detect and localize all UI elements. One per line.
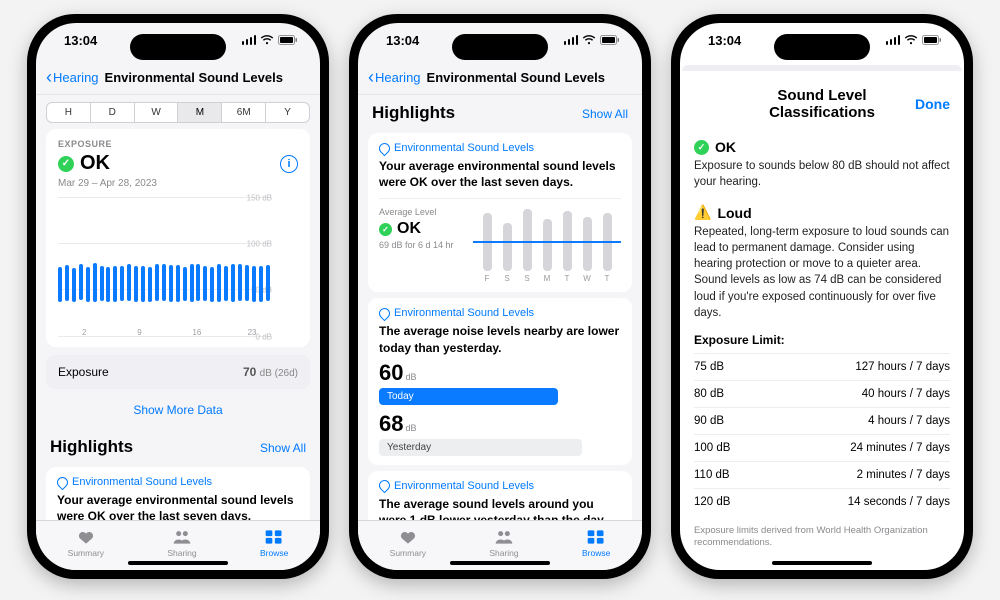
avg-bars-chart: FSSMTWT: [473, 207, 621, 283]
show-all-button[interactable]: Show All: [260, 441, 306, 455]
sheet-header: Sound Level Classifications Done: [680, 71, 964, 131]
back-button[interactable]: ‹Hearing: [46, 68, 99, 86]
tab-sharing[interactable]: Sharing: [489, 528, 518, 558]
wifi-icon: [904, 35, 918, 45]
ok-heading: OK: [715, 139, 736, 155]
table-row: 100 dB24 minutes / 7 days: [694, 434, 950, 461]
nav-title: Environmental Sound Levels: [99, 70, 310, 85]
battery-icon: [278, 35, 298, 45]
ear-icon: [377, 478, 393, 494]
nav-bar: ‹Hearing Environmental Sound Levels: [358, 65, 642, 95]
tab-summary[interactable]: Summary: [390, 528, 426, 558]
status-time: 13:04: [702, 31, 741, 48]
exposure-card: EXPOSURE ✓ OK i Mar 29 – Apr 28, 2023 15…: [46, 129, 310, 347]
seg-6m[interactable]: 6M: [222, 103, 266, 122]
nav-bar: ‹Hearing Environmental Sound Levels: [36, 65, 320, 95]
seg-d[interactable]: D: [91, 103, 135, 122]
dynamic-island: [774, 34, 870, 60]
seg-m[interactable]: M: [178, 103, 222, 122]
highlight-card-1[interactable]: Environmental Sound Levels Your average …: [46, 467, 310, 520]
exposure-date-range: Mar 29 – Apr 28, 2023: [58, 178, 298, 189]
ok-check-icon: ✓: [58, 156, 74, 172]
warning-icon: ⚠️: [694, 204, 711, 221]
cell-signal-icon: [564, 35, 579, 45]
table-row: 75 dB127 hours / 7 days: [694, 353, 950, 380]
done-button[interactable]: Done: [910, 96, 950, 112]
tab-browse[interactable]: Browse: [582, 528, 610, 558]
cell-signal-icon: [886, 35, 901, 45]
nav-title: Environmental Sound Levels: [421, 70, 632, 85]
home-indicator[interactable]: [772, 561, 872, 565]
yesterday-bar: Yesterday: [379, 439, 582, 456]
exposure-chart[interactable]: 150 dB 100 dB 50 dB 0 dB 2 9 16 23: [58, 197, 298, 337]
yesterday-value: 68: [379, 411, 403, 437]
table-row: 120 dB14 seconds / 7 days: [694, 488, 950, 515]
table-row: 80 dB40 hours / 7 days: [694, 380, 950, 407]
exposure-label: EXPOSURE: [58, 139, 298, 149]
ok-check-icon: ✓: [379, 223, 392, 236]
exposure-summary-row[interactable]: Exposure 70 dB (26d): [46, 355, 310, 389]
status-time: 13:04: [58, 31, 97, 48]
home-indicator[interactable]: [450, 561, 550, 565]
status-time: 13:04: [380, 31, 419, 48]
ok-description: Exposure to sounds below 80 dB should no…: [694, 158, 950, 190]
seg-y[interactable]: Y: [266, 103, 309, 122]
loud-heading: Loud: [717, 205, 751, 221]
highlight-card-avg[interactable]: Environmental Sound Levels Your average …: [368, 133, 632, 292]
ear-icon: [377, 140, 393, 156]
exposure-limit-table: Exposure Limit: 75 dB127 hours / 7 days …: [694, 327, 950, 515]
highlights-title: Highlights: [50, 437, 133, 457]
chevron-left-icon: ‹: [368, 68, 374, 86]
highlight-card-today[interactable]: Environmental Sound Levels The average n…: [368, 298, 632, 464]
table-row: 90 dB4 hours / 7 days: [694, 407, 950, 434]
table-title: Exposure Limit:: [694, 327, 950, 353]
wifi-icon: [260, 35, 274, 45]
tab-browse[interactable]: Browse: [260, 528, 288, 558]
home-indicator[interactable]: [128, 561, 228, 565]
cell-signal-icon: [242, 35, 257, 45]
back-label: Hearing: [53, 70, 99, 85]
summary-label: Exposure: [58, 365, 109, 379]
table-row: 110 dB2 minutes / 7 days: [694, 461, 950, 488]
highlights-title: Highlights: [372, 103, 455, 123]
ear-icon: [377, 306, 393, 322]
table-footnote: Exposure limits derived from World Healt…: [694, 525, 950, 550]
back-button[interactable]: ‹Hearing: [368, 68, 421, 86]
today-value: 60: [379, 360, 403, 386]
info-icon[interactable]: i: [280, 155, 298, 173]
sheet-title: Sound Level Classifications: [734, 87, 910, 121]
highlight-card-trend[interactable]: Environmental Sound Levels The average s…: [368, 471, 632, 520]
time-range-segmented[interactable]: H D W M 6M Y: [46, 102, 310, 123]
show-all-button[interactable]: Show All: [582, 107, 628, 121]
avg-line: [473, 241, 621, 243]
battery-icon: [600, 35, 620, 45]
avg-status: OK: [397, 220, 421, 238]
chevron-left-icon: ‹: [46, 68, 52, 86]
ok-check-icon: ✓: [694, 140, 709, 155]
seg-h[interactable]: H: [47, 103, 91, 122]
tab-sharing[interactable]: Sharing: [167, 528, 196, 558]
today-bar: Today: [379, 388, 558, 405]
phone-2: 13:04 ‹Hearing Environmental Sound Level…: [349, 14, 651, 579]
exposure-status: OK: [80, 152, 110, 175]
seg-w[interactable]: W: [135, 103, 179, 122]
tab-summary[interactable]: Summary: [68, 528, 104, 558]
avg-value: 69 dB for 6 d 14 hr: [379, 240, 465, 250]
show-more-data-button[interactable]: Show More Data: [36, 389, 320, 431]
dynamic-island: [130, 34, 226, 60]
phone-3: 13:04 Sound Level Classifications Done ✓…: [671, 14, 973, 579]
loud-description: Repeated, long-term exposure to loud sou…: [694, 224, 950, 321]
ear-icon: [55, 474, 71, 490]
wifi-icon: [582, 35, 596, 45]
battery-icon: [922, 35, 942, 45]
dynamic-island: [452, 34, 548, 60]
highlight-text: Your average environmental sound levels …: [57, 492, 299, 520]
avg-label: Average Level: [379, 207, 465, 217]
phone-1: 13:04 ‹Hearing Environmental Sound Level…: [27, 14, 329, 579]
